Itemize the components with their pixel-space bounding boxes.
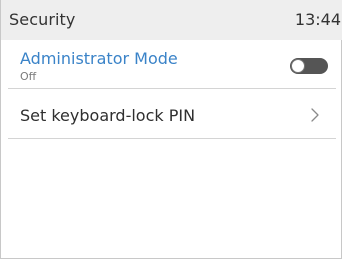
status-bar: Security 13:44	[1, 0, 342, 40]
chevron-right-icon	[311, 108, 319, 122]
administrator-mode-status: Off	[20, 70, 37, 83]
administrator-mode-label: Administrator Mode	[20, 49, 178, 68]
setting-keyboard-lock-pin[interactable]: Set keyboard-lock PIN	[8, 90, 336, 139]
administrator-mode-toggle[interactable]	[290, 58, 328, 74]
device-screen: Security 13:44 Administrator Mode Off Se…	[0, 0, 342, 259]
clock: 13:44	[294, 10, 341, 29]
toggle-knob	[291, 59, 305, 73]
setting-administrator-mode[interactable]: Administrator Mode Off	[8, 40, 336, 89]
keyboard-lock-pin-label: Set keyboard-lock PIN	[20, 106, 196, 125]
page-title: Security	[9, 10, 76, 29]
